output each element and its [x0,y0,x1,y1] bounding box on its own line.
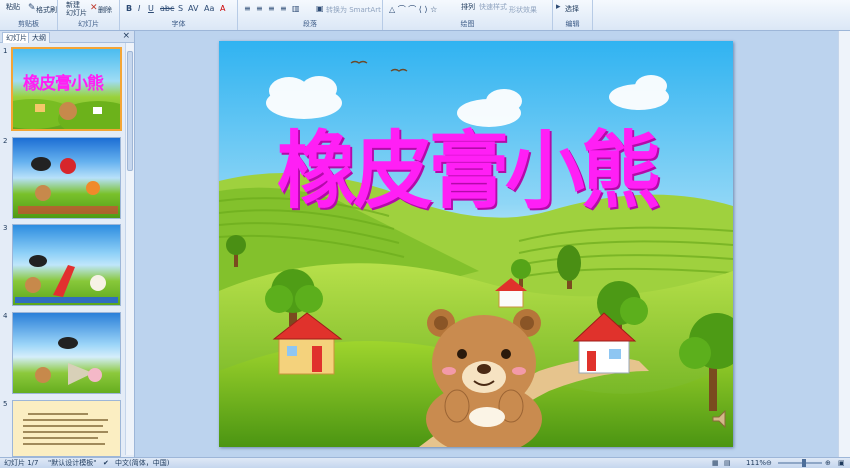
new-slide-button[interactable]: 新建 幻灯片 [66,1,87,17]
font-group: B I U abc S AV Aa A 字体 [120,0,238,30]
paragraph-label: 段落 [303,20,317,28]
thumb-5-art [23,413,108,445]
italic-icon[interactable]: I [138,4,140,13]
slide-number: 5 [3,400,8,408]
shadow-icon[interactable]: S [178,4,183,13]
slides-label: 幻灯片 [78,20,99,28]
paragraph-group: ≡ ≡ ≡ ≡ ▥ ▣ 转换为 SmartArt 段落 [238,0,383,30]
thumb-1-title: 橡皮膏小熊 [23,74,104,94]
panel-tabs: 幻灯片 大纲 × [0,31,134,43]
editing-group: ▸ 选择 编辑 [553,0,593,30]
slide-number: 2 [3,137,8,145]
case-icon[interactable]: Aa [204,4,214,13]
paste-button[interactable]: 粘贴 [6,2,20,12]
zoom-slider-handle[interactable] [802,459,806,467]
slide-thumbnail-4[interactable] [12,312,121,394]
slide-thumbnail-3[interactable] [12,224,121,306]
format-painter-button[interactable]: 格式刷 [36,5,57,15]
slide-number: 1 [3,47,8,55]
drawing-group: △ ⌒ ⌒ ⟨ ⟩ ☆ 排列 快速样式 形状效果 绘图 [383,0,553,30]
slides-group: 新建 幻灯片 ✕ 删除 幻灯片 [58,0,120,30]
convert-smartart-button[interactable]: 转换为 SmartArt [326,5,381,15]
bold-icon[interactable]: B [126,4,132,13]
delete-icon: ✕ [90,3,98,13]
thumb-3-art [15,255,118,303]
align-right-icon[interactable]: ≡ [268,4,275,13]
status-bar: 幻灯片 1/7 "默认设计模板" ✔ 中文(简体，中国) ▦ ▤ 111% ⊖ … [0,457,850,468]
zoom-slider[interactable] [778,459,822,467]
thumb-2-art [18,157,118,214]
slide-thumbnail-5[interactable] [12,400,121,457]
ribbon: 粘贴 ✎ 格式刷 剪贴板 新建 幻灯片 ✕ 删除 幻灯片 B I U abc S… [0,0,850,31]
underline-icon[interactable]: U [148,4,154,13]
slide-title[interactable]: 橡皮膏小熊 [277,129,661,213]
slide-canvas[interactable]: 橡皮膏小熊 [219,41,733,447]
slide-thumbnail-2[interactable] [12,137,121,219]
shapes-gallery-icon[interactable]: △ ⌒ ⌒ ⟨ ⟩ ☆ [389,4,437,15]
delete-button[interactable]: 删除 [98,5,112,15]
align-center-icon[interactable]: ≡ [256,4,263,13]
select-button[interactable]: 选择 [565,4,579,14]
justify-icon[interactable]: ≡ [280,4,287,13]
editing-label: 编辑 [565,20,580,28]
font-label: 字体 [171,20,186,28]
strikethrough-icon[interactable]: abc [160,4,174,13]
smartart-icon: ▣ [316,4,324,13]
panel-scrollbar[interactable] [125,43,134,455]
thumb-4-art [35,337,102,385]
select-icon: ▸ [556,2,561,12]
slide-thumbnail-1[interactable]: 橡皮膏小熊 [11,47,122,131]
spacing-icon[interactable]: AV [188,4,198,13]
slide-number: 3 [3,224,8,232]
clipboard-group: 粘贴 ✎ 格式刷 剪贴板 [0,0,58,30]
shape-effects-button[interactable]: 形状效果 [509,5,537,15]
columns-icon[interactable]: ▥ [292,4,300,13]
format-painter-icon: ✎ [28,3,36,13]
slide-background [219,41,733,447]
slide-number: 4 [3,312,8,320]
tab-outline[interactable]: 大纲 [28,32,50,43]
drawing-label: 绘图 [460,20,475,28]
align-left-icon[interactable]: ≡ [244,4,251,13]
main-scrollbar[interactable] [838,31,850,457]
clipboard-label: 剪贴板 [18,20,39,28]
arrange-button[interactable]: 排列 [461,2,475,12]
slides-panel: 幻灯片 大纲 × 1 橡皮膏小熊 2 3 4 5 [0,31,135,457]
quick-styles-button[interactable]: 快速样式 [479,2,507,12]
font-color-icon[interactable]: A [220,4,225,13]
panel-scrollbar-thumb[interactable] [127,51,133,171]
tab-slides[interactable]: 幻灯片 [2,32,31,43]
close-icon[interactable]: × [122,31,130,41]
